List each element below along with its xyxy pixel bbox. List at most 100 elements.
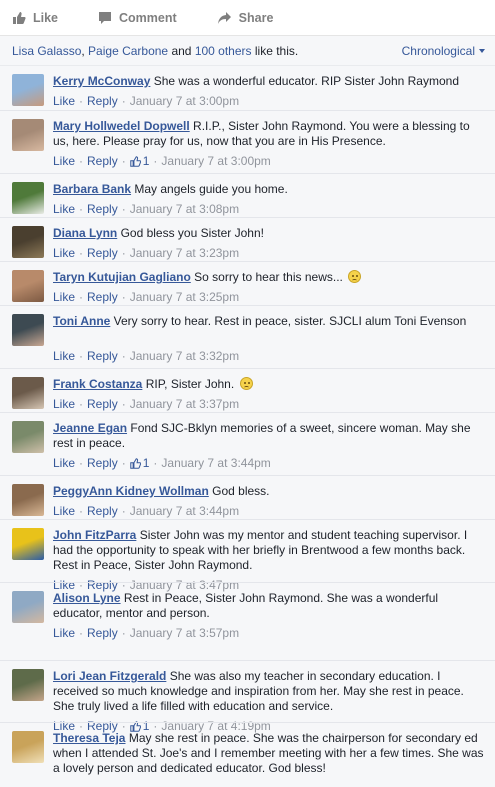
comment-timestamp[interactable]: January 7 at 3:44pm — [130, 504, 239, 518]
comment-timestamp[interactable]: January 7 at 3:00pm — [130, 94, 239, 108]
likes-summary-row: Lisa Galasso, Paige Carbone and 100 othe… — [0, 36, 495, 66]
comment-meta: Like · Reply · January 7 at 3:44pm — [53, 504, 239, 518]
comment-body: Lori Jean Fitzgerald She was also my tea… — [53, 669, 485, 714]
meta-separator: · — [153, 456, 158, 470]
comment-reply-link[interactable]: Reply — [87, 504, 118, 518]
comment-reply-link[interactable]: Reply — [87, 456, 118, 470]
avatar[interactable] — [12, 74, 44, 106]
comment-author[interactable]: Mary Hollwedel Dopwell — [53, 119, 190, 133]
comment-author[interactable]: Jeanne Egan — [53, 421, 127, 435]
liker-link-1[interactable]: Lisa Galasso — [12, 44, 81, 58]
comment-body: Barbara Bank May angels guide you home. — [53, 182, 485, 197]
avatar[interactable] — [12, 182, 44, 214]
comment-timestamp[interactable]: January 7 at 3:44pm — [161, 456, 270, 470]
meta-separator: · — [121, 456, 126, 470]
comment-like-link[interactable]: Like — [53, 94, 75, 108]
comment-reply-link[interactable]: Reply — [87, 349, 118, 363]
comment-author[interactable]: Alison Lyne — [53, 591, 121, 605]
meta-separator: · — [79, 626, 84, 640]
comment-like-link[interactable]: Like — [53, 456, 75, 470]
comment-text: RIP, Sister John. — [142, 377, 235, 391]
avatar[interactable] — [12, 270, 44, 302]
like-count-value: 1 — [142, 154, 150, 168]
comment-reply-link[interactable]: Reply — [87, 397, 118, 411]
avatar[interactable] — [12, 314, 44, 346]
comment-like-count[interactable]: 1 — [129, 456, 149, 470]
comment-timestamp[interactable]: January 7 at 3:57pm — [130, 626, 239, 640]
comment-like-count[interactable]: 1 — [129, 154, 150, 168]
comment-timestamp[interactable]: January 7 at 3:00pm — [161, 154, 270, 168]
comment-author[interactable]: Theresa Teja — [53, 731, 125, 745]
comment-timestamp[interactable]: January 7 at 3:32pm — [130, 349, 239, 363]
comment-item: PeggyAnn Kidney Wollman God bless. Like · R… — [0, 475, 495, 519]
comment-body: Jeanne Egan Fond SJC-Bklyn memories of a… — [53, 421, 485, 451]
comment-meta: Like · Reply · January 7 at 3:32pm — [53, 349, 239, 363]
comment-list: Kerry McConway She was a wonderful educa… — [0, 66, 495, 787]
meta-separator: · — [121, 349, 126, 363]
comment-like-link[interactable]: Like — [53, 202, 75, 216]
comment-like-link[interactable]: Like — [53, 504, 75, 518]
like-action[interactable]: Like — [12, 11, 58, 25]
meta-separator: · — [153, 154, 158, 168]
comment-like-link[interactable]: Like — [53, 290, 75, 304]
comment-reply-link[interactable]: Reply — [87, 154, 118, 168]
avatar[interactable] — [12, 484, 44, 516]
comment-like-link[interactable]: Like — [53, 349, 75, 363]
comment-item: Diana Lynn God bless you Sister John! Lik… — [0, 217, 495, 261]
avatar[interactable] — [12, 528, 44, 560]
thumbs-up-icon — [129, 155, 141, 167]
meta-separator: · — [79, 154, 84, 168]
comment-item: Theresa Teja May she rest in peace. She … — [0, 722, 495, 775]
comment-author[interactable]: Barbara Bank — [53, 182, 131, 196]
avatar[interactable] — [12, 421, 44, 453]
comment-item: Alison Lyne Rest in Peace, Sister John R… — [0, 582, 495, 660]
comment-author[interactable]: John FitzParra — [53, 528, 136, 542]
avatar[interactable] — [12, 226, 44, 258]
meta-separator: · — [121, 626, 126, 640]
meta-separator: · — [121, 246, 126, 260]
comment-text: God bless. — [208, 484, 270, 498]
comment-reply-link[interactable]: Reply — [87, 290, 118, 304]
comment-body: Toni Anne Very sorry to hear. Rest in pe… — [53, 314, 485, 329]
comment-timestamp[interactable]: January 7 at 3:08pm — [130, 202, 239, 216]
comment-timestamp[interactable]: January 7 at 3:37pm — [130, 397, 239, 411]
comment-body: Frank Costanza RIP, Sister John. — [53, 377, 485, 392]
thumbs-up-icon — [13, 11, 26, 24]
comment-author[interactable]: Toni Anne — [53, 314, 110, 328]
post-action-bar: Like Comment Share — [0, 0, 495, 36]
comment-reply-link[interactable]: Reply — [87, 202, 118, 216]
comment-text: She was a wonderful educator. RIP Sister… — [150, 74, 459, 88]
avatar[interactable] — [12, 731, 44, 763]
comment-author[interactable]: Lori Jean Fitzgerald — [53, 669, 166, 683]
comment-item: Jeanne Egan Fond SJC-Bklyn memories of a… — [0, 412, 495, 475]
share-action[interactable]: Share — [217, 11, 273, 25]
comment-reply-link[interactable]: Reply — [87, 626, 118, 640]
comment-timestamp[interactable]: January 7 at 3:25pm — [130, 290, 239, 304]
sort-dropdown[interactable]: Chronological — [402, 44, 485, 58]
comment-text: God bless you Sister John! — [117, 226, 264, 240]
comment-item: Barbara Bank May angels guide you home. L… — [0, 173, 495, 217]
comment-meta: Like · Reply · January 7 at 3:57pm — [53, 626, 239, 640]
avatar[interactable] — [12, 377, 44, 409]
comment-like-link[interactable]: Like — [53, 397, 75, 411]
avatar[interactable] — [12, 591, 44, 623]
comment-like-link[interactable]: Like — [53, 246, 75, 260]
comment-like-link[interactable]: Like — [53, 154, 75, 168]
comment-item: John FitzParra Sister John was my mentor… — [0, 519, 495, 592]
others-link[interactable]: 100 others — [195, 44, 252, 58]
comment-author[interactable]: PeggyAnn Kidney Wollman — [53, 484, 209, 498]
comment-author[interactable]: Diana Lynn — [53, 226, 117, 240]
avatar[interactable] — [12, 119, 44, 151]
comment-reply-link[interactable]: Reply — [87, 94, 118, 108]
comment-timestamp[interactable]: January 7 at 3:23pm — [130, 246, 239, 260]
comment-like-link[interactable]: Like — [53, 626, 75, 640]
comment-author[interactable]: Taryn Kutujian Gagliano — [53, 270, 191, 284]
comment-meta: Like · Reply · January 7 at 3:37pm — [53, 397, 239, 411]
comment-text: May angels guide you home. — [131, 182, 288, 196]
avatar[interactable] — [12, 669, 44, 701]
comment-author[interactable]: Kerry McConway — [53, 74, 150, 88]
comment-action[interactable]: Comment — [98, 11, 177, 25]
comment-author[interactable]: Frank Costanza — [53, 377, 142, 391]
liker-link-2[interactable]: Paige Carbone — [88, 44, 168, 58]
comment-reply-link[interactable]: Reply — [87, 246, 118, 260]
